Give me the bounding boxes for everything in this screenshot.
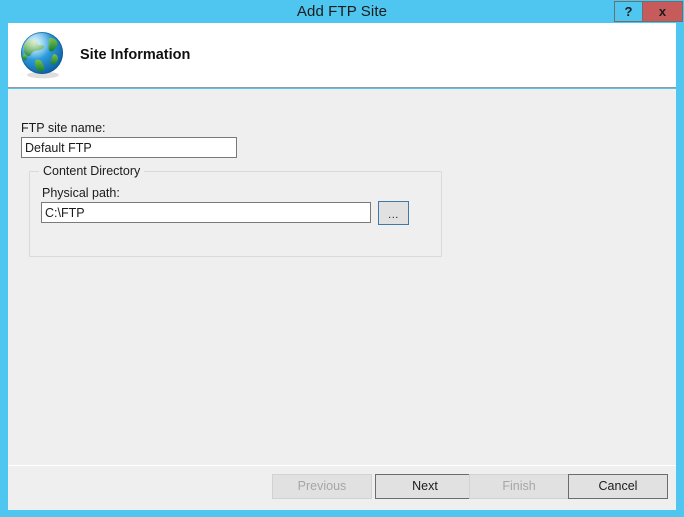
window-title: Add FTP Site xyxy=(296,3,388,20)
content-directory-group: Content Directory Physical path: ... xyxy=(29,164,442,257)
globe-icon xyxy=(16,28,70,82)
finish-button[interactable]: Finish xyxy=(469,474,569,499)
dialog-body: FTP site name: Content Directory Physica… xyxy=(8,89,676,465)
dialog-header: Site Information xyxy=(8,23,676,88)
physical-path-input[interactable] xyxy=(41,202,371,223)
content-directory-legend: Content Directory xyxy=(39,164,145,178)
help-button[interactable]: ? xyxy=(614,1,643,22)
previous-button-label: Previous xyxy=(297,479,347,493)
cancel-button-label: Cancel xyxy=(598,479,638,493)
cancel-button[interactable]: Cancel xyxy=(568,474,668,499)
finish-button-label: Finish xyxy=(502,479,536,493)
previous-button[interactable]: Previous xyxy=(272,474,372,499)
ftp-site-name-label: FTP site name: xyxy=(21,121,106,135)
ellipsis-icon: ... xyxy=(388,209,399,221)
next-button-label: Next xyxy=(412,479,438,493)
question-mark-icon: ? xyxy=(624,4,633,19)
add-ftp-site-dialog: Add FTP Site ? x Site Information FTP si… xyxy=(0,0,684,517)
physical-path-label: Physical path: xyxy=(42,186,120,200)
page-title: Site Information xyxy=(80,47,191,63)
title-bar: Add FTP Site ? x xyxy=(0,0,684,23)
close-x-icon: x xyxy=(658,4,667,19)
close-button[interactable]: x xyxy=(643,1,683,22)
ftp-site-name-input[interactable] xyxy=(21,137,237,158)
browse-button[interactable]: ... xyxy=(378,201,409,225)
next-button[interactable]: Next xyxy=(375,474,475,499)
